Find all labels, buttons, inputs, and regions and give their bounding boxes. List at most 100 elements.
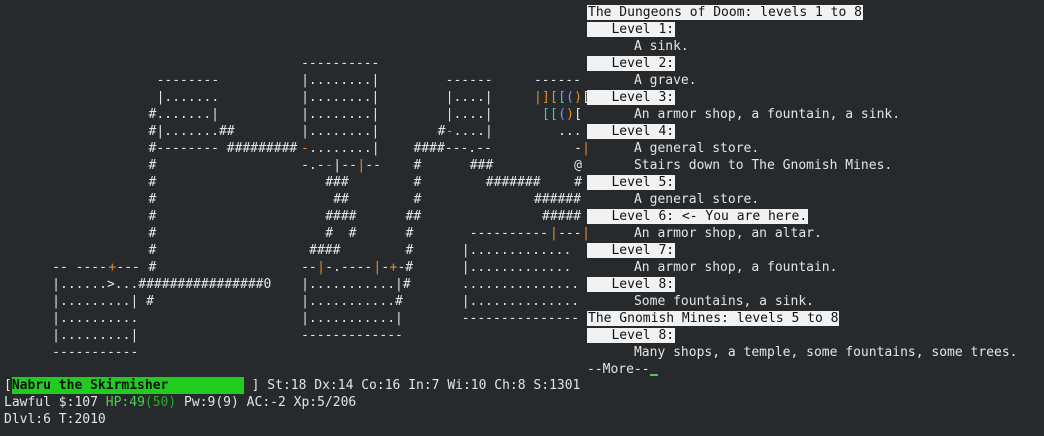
map-glyphs: -------------: [301, 328, 403, 343]
map-glyphs: #: [405, 243, 414, 258]
map-glyphs: ####: [309, 243, 341, 258]
level-heading: Level 1:: [587, 21, 676, 38]
level-heading: Level 2:: [587, 55, 676, 72]
overview-text: Level 3:: [587, 90, 676, 105]
level-detail: A general store.: [587, 191, 759, 208]
map-glyphs: ####---.--: [413, 141, 492, 156]
map-glyphs: |.............: [461, 243, 572, 258]
map-glyphs: |....|: [445, 90, 493, 105]
map-glyphs: +: [389, 260, 398, 275]
map-glyphs: #: [437, 124, 446, 139]
map-glyphs: |: [357, 158, 366, 173]
map-glyphs: ####: [325, 209, 357, 224]
map-glyphs: |....|: [445, 107, 493, 122]
level-detail: A sink.: [587, 38, 689, 55]
map-glyphs: #: [413, 158, 422, 173]
map-glyphs: ....|: [453, 124, 493, 139]
map-glyphs: |..........: [52, 311, 139, 326]
map-glyphs: -: [301, 141, 309, 156]
map-glyphs: --------: [156, 73, 220, 88]
level-heading: Level 8:: [587, 327, 676, 344]
map-glyphs: |........|: [301, 73, 380, 88]
overview-text: An armor shop, a fountain, a sink.: [587, 107, 901, 122]
level-detail: An armor shop, a fountain.: [587, 259, 838, 276]
status-line-3: Dlvl:6 T:2010: [4, 411, 106, 428]
map-glyphs: #: [148, 192, 157, 207]
gold: $:107: [58, 395, 98, 410]
map-glyphs: #: [148, 226, 157, 241]
branch-header: The Gnomish Mines: levels 5 to 8: [587, 310, 840, 327]
map-glyphs: ]: [542, 90, 550, 105]
alignment: Lawful: [4, 395, 51, 410]
map-glyphs: #####: [542, 209, 582, 224]
map-glyphs: ##: [333, 192, 349, 207]
map-glyphs: [: [574, 107, 582, 122]
hit-points-max: (50): [144, 395, 177, 410]
overview-text: Level 4:: [587, 124, 676, 139]
map-glyphs: |...........|: [301, 311, 403, 326]
status-line-2: Lawful $:107 HP:49(50) Pw:9(9) AC:-2 Xp:…: [4, 394, 356, 411]
map-glyphs: #######: [485, 175, 541, 190]
map-glyphs: |..............: [461, 294, 580, 309]
overview-text: Stairs down to The Gnomish Mines.: [587, 158, 893, 173]
map-glyphs: --: [341, 158, 357, 173]
character-name: Nabru the Skirmisher: [11, 377, 244, 394]
map-glyphs: @: [574, 158, 582, 173]
map-glyphs: -: [445, 124, 454, 139]
map-glyphs: |.........|: [52, 328, 139, 343]
map-glyphs: |: [317, 260, 325, 275]
level-detail: An armor shop, a fountain, a sink.: [587, 106, 900, 123]
map-glyphs: ######: [533, 192, 581, 207]
map-glyphs: [: [542, 107, 550, 122]
map-glyphs: |.......: [156, 90, 220, 105]
map-glyphs: ---: [558, 226, 582, 241]
map-glyphs: |.........| #: [52, 294, 154, 309]
map-glyphs: ##: [405, 209, 422, 224]
level-detail: An armor shop, an altar.: [587, 225, 822, 242]
map-glyphs: ---: [116, 260, 140, 275]
overview-text: A grave.: [587, 73, 697, 88]
map-glyphs: #: [413, 175, 422, 190]
map-glyphs: --: [301, 260, 317, 275]
map-glyphs: ): [574, 90, 582, 105]
map-glyphs: (: [558, 107, 566, 122]
map-glyphs: [: [550, 107, 558, 122]
map-glyphs: +: [108, 260, 117, 275]
overview-text: The Dungeons of Doom: levels 1 to 8: [587, 5, 863, 20]
map-glyphs: |........|: [301, 90, 380, 105]
map-glyphs: -----------: [52, 345, 139, 360]
map-glyphs: #: [413, 192, 422, 207]
map-glyphs: ----------: [469, 226, 549, 241]
map-glyphs: ------: [445, 73, 493, 88]
overview-text: Some fountains, a sink.: [587, 294, 814, 309]
map-glyphs: ------: [533, 73, 581, 88]
map-glyphs: ###: [325, 175, 349, 190]
map-glyphs: ........|: [309, 141, 380, 156]
overview-text: An armor shop, an altar.: [587, 226, 822, 241]
overview-text: Level 5:: [587, 175, 676, 190]
status-line-1: [Nabru the Skirmisher ] St:18 Dx:14 Co:1…: [4, 377, 581, 394]
map-glyphs: -: [381, 260, 390, 275]
overview-text: Level 6: <- You are here.: [587, 209, 809, 224]
branch-header: The Dungeons of Doom: levels 1 to 8: [587, 4, 863, 21]
dungeon-level: Dlvl:6: [4, 412, 51, 427]
map-glyphs: ...: [558, 124, 582, 139]
map-glyphs: # #: [325, 226, 357, 241]
more-prompt-line: --More--: [587, 361, 658, 378]
map-glyphs: -: [574, 141, 582, 156]
turn-counter: T:2010: [58, 412, 106, 427]
map-glyphs: [: [558, 90, 566, 105]
map-glyphs: ...............: [461, 277, 580, 292]
dungeon-map: ---------- -------- |........| ------ ------…: [4, 4, 590, 368]
map-glyphs: #: [148, 243, 157, 258]
armor-class: AC:-2: [246, 395, 286, 410]
map-glyphs: |...........|#: [301, 277, 411, 292]
level-detail: A grave.: [587, 72, 697, 89]
map-glyphs: --: [365, 158, 381, 173]
map-glyphs: ###: [469, 158, 494, 173]
experience: Xp:5/206: [293, 395, 357, 410]
map-glyphs: #: [148, 175, 157, 190]
more-prompt[interactable]: --More--: [587, 362, 650, 377]
map-glyphs: #: [148, 209, 157, 224]
level-heading: Level 7:: [587, 242, 676, 259]
